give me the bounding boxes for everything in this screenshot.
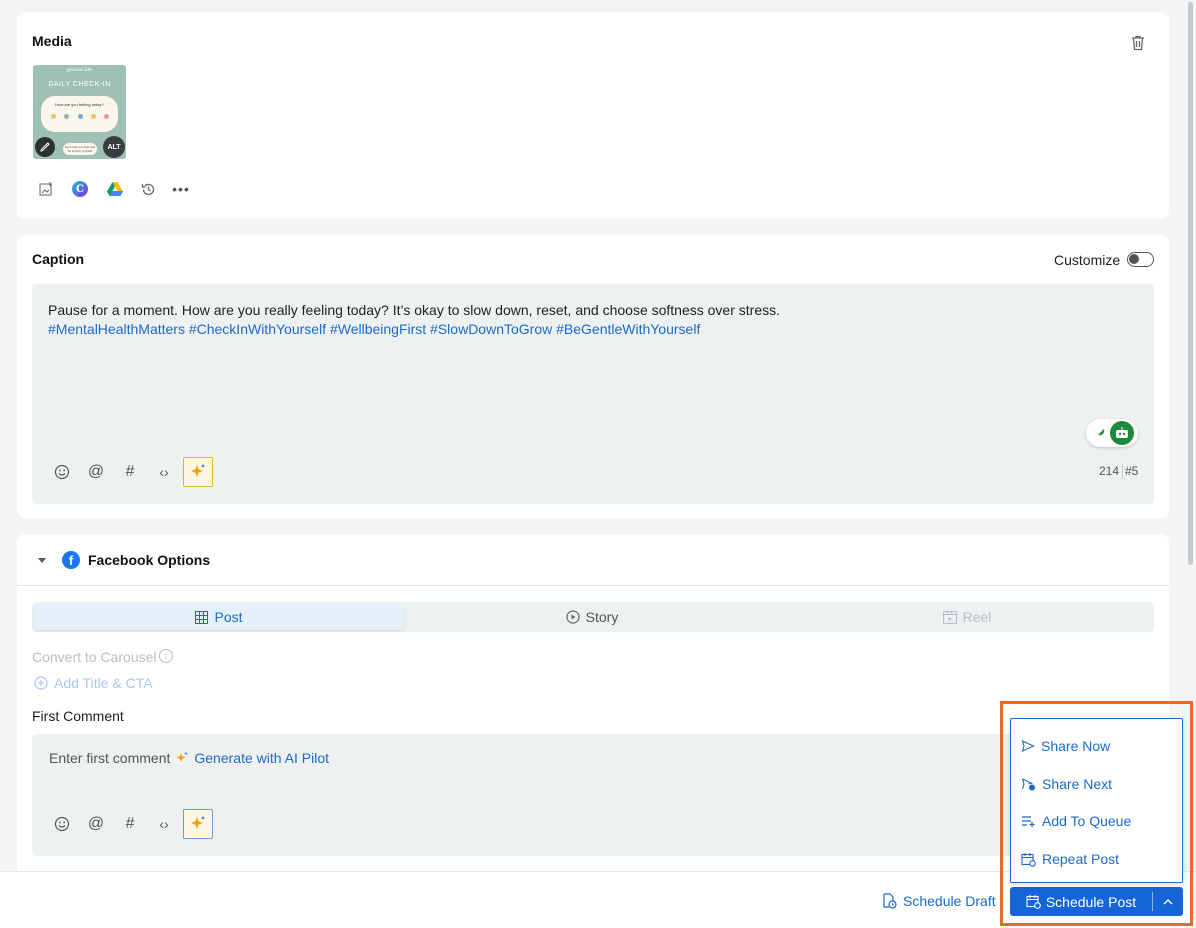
menu-add-to-queue[interactable]: Add To Queue bbox=[1021, 813, 1131, 829]
calendar-clock-icon bbox=[1026, 895, 1041, 909]
draft-clock-icon bbox=[883, 893, 897, 909]
schedule-post-label: Schedule Post bbox=[1045, 893, 1137, 910]
alt-badge-label: ALT bbox=[107, 143, 121, 151]
caption-editor[interactable]: Pause for a moment. How are you really f… bbox=[32, 284, 1154, 504]
reel-icon bbox=[942, 610, 957, 624]
thumb-question: How are you feeling today? bbox=[55, 102, 104, 107]
more-icon[interactable]: ••• bbox=[172, 180, 190, 198]
first-comment-editor[interactable]: Enter first comment Generate with AI Pil… bbox=[32, 734, 1154, 856]
media-thumbnail[interactable]: gentle life DAILY CHECK-IN How are you f… bbox=[33, 65, 126, 159]
hashtag-count: #5 bbox=[1125, 464, 1139, 478]
thumb-brand: gentle life bbox=[66, 67, 93, 73]
code-icon[interactable]: ‹› bbox=[153, 461, 175, 483]
emoji-icon[interactable] bbox=[51, 461, 73, 483]
facebook-options-title: Facebook Options bbox=[88, 552, 211, 568]
menu-repeat-post[interactable]: Repeat Post bbox=[1021, 851, 1119, 867]
plus-circle-icon bbox=[34, 676, 48, 690]
assistant-widget[interactable] bbox=[1086, 419, 1138, 447]
caption-card: Caption Customize Pause for a moment. Ho… bbox=[17, 235, 1169, 518]
schedule-draft-label: Schedule Draft bbox=[903, 893, 996, 909]
bot-icon[interactable] bbox=[1110, 421, 1134, 445]
facebook-icon: f bbox=[62, 551, 80, 569]
comment-ai-sparkle-button[interactable] bbox=[183, 809, 213, 839]
schedule-post-button[interactable]: Schedule Post bbox=[1010, 887, 1152, 916]
tab-post-label: Post bbox=[214, 609, 243, 625]
mention-icon[interactable]: @ bbox=[85, 461, 107, 483]
customize-label: Customize bbox=[1054, 252, 1121, 268]
thumb-heading: DAILY CHECK-IN bbox=[48, 81, 111, 88]
trash-icon[interactable] bbox=[1127, 32, 1149, 54]
thumb-footer: Feel what you feel and be kind to yourse… bbox=[63, 143, 97, 155]
add-title-cta-label: Add Title & CTA bbox=[54, 675, 153, 691]
scrollbar-thumb[interactable] bbox=[1188, 2, 1193, 565]
add-image-icon[interactable] bbox=[37, 180, 55, 198]
add-title-cta[interactable]: Add Title & CTA bbox=[34, 675, 153, 691]
collapse-caret-icon[interactable] bbox=[35, 553, 49, 567]
section-divider bbox=[17, 585, 1169, 586]
menu-share-next[interactable]: Share Next bbox=[1021, 776, 1112, 792]
comment-emoji-icon[interactable] bbox=[51, 813, 73, 835]
caption-hashtags: #MentalHealthMatters #CheckInWithYoursel… bbox=[48, 321, 701, 337]
comment-hashtag-icon[interactable]: # bbox=[119, 813, 141, 835]
first-comment-label: First Comment bbox=[32, 708, 124, 724]
menu-add-to-queue-label: Add To Queue bbox=[1042, 813, 1132, 829]
hashtag-icon[interactable]: # bbox=[119, 461, 141, 483]
tab-story[interactable]: Story bbox=[407, 604, 777, 630]
menu-share-next-label: Share Next bbox=[1042, 776, 1113, 792]
first-comment-input[interactable]: Enter first comment Generate with AI Pil… bbox=[49, 750, 329, 766]
sparkle-icon bbox=[176, 752, 188, 762]
char-count: 214 bbox=[1099, 464, 1120, 478]
history-icon[interactable] bbox=[139, 180, 157, 198]
facebook-options-card: f Facebook Options Post Story Reel Conve… bbox=[17, 534, 1169, 884]
convert-carousel-label: Convert to Carousel bbox=[32, 649, 157, 665]
caption-title: Caption bbox=[32, 251, 85, 267]
caption-text: Pause for a moment. How are you really f… bbox=[48, 302, 780, 318]
send-clock-icon bbox=[1021, 778, 1035, 791]
google-drive-icon[interactable] bbox=[106, 180, 124, 198]
info-icon: i bbox=[159, 649, 173, 663]
first-comment-placeholder: Enter first comment bbox=[49, 750, 171, 766]
comment-mention-icon[interactable]: @ bbox=[85, 813, 107, 835]
play-circle-icon bbox=[566, 610, 580, 624]
grid-icon bbox=[195, 610, 209, 624]
tab-story-label: Story bbox=[585, 609, 619, 625]
schedule-post-split-button: Schedule Post bbox=[1010, 887, 1183, 916]
post-type-tabs: Post Story Reel bbox=[32, 602, 1154, 632]
queue-add-icon bbox=[1022, 816, 1035, 827]
tab-reel-label: Reel bbox=[962, 609, 992, 625]
chevron-up-icon[interactable] bbox=[1153, 887, 1183, 916]
caption-body: Pause for a moment. How are you really f… bbox=[48, 301, 1128, 339]
media-card: Media gentle life DAILY CHECK-IN How are… bbox=[17, 12, 1169, 219]
comment-code-icon[interactable]: ‹› bbox=[153, 813, 175, 835]
count-divider bbox=[1122, 463, 1123, 479]
alt-badge[interactable]: ALT bbox=[103, 136, 125, 158]
menu-repeat-post-label: Repeat Post bbox=[1042, 851, 1120, 867]
customize-toggle[interactable] bbox=[1127, 252, 1154, 267]
feather-icon[interactable] bbox=[1091, 424, 1109, 442]
generate-ai-link[interactable]: Generate with AI Pilot bbox=[194, 750, 329, 766]
media-title: Media bbox=[32, 33, 72, 49]
canva-icon[interactable]: C bbox=[72, 181, 88, 197]
thumb-dots bbox=[51, 114, 109, 119]
ai-sparkle-button[interactable] bbox=[183, 457, 213, 487]
calendar-repeat-icon bbox=[1021, 852, 1036, 867]
send-icon bbox=[1021, 739, 1035, 753]
tab-post[interactable]: Post bbox=[34, 604, 404, 630]
menu-share-now-label: Share Now bbox=[1041, 738, 1111, 754]
menu-share-now[interactable]: Share Now bbox=[1021, 738, 1110, 754]
schedule-options-menu: Share Now Share Next Add To Queue Repeat… bbox=[1010, 718, 1183, 883]
schedule-draft-button[interactable]: Schedule Draft bbox=[881, 893, 996, 909]
edit-pencil-icon[interactable] bbox=[35, 137, 55, 157]
tab-reel[interactable]: Reel bbox=[782, 604, 1152, 630]
